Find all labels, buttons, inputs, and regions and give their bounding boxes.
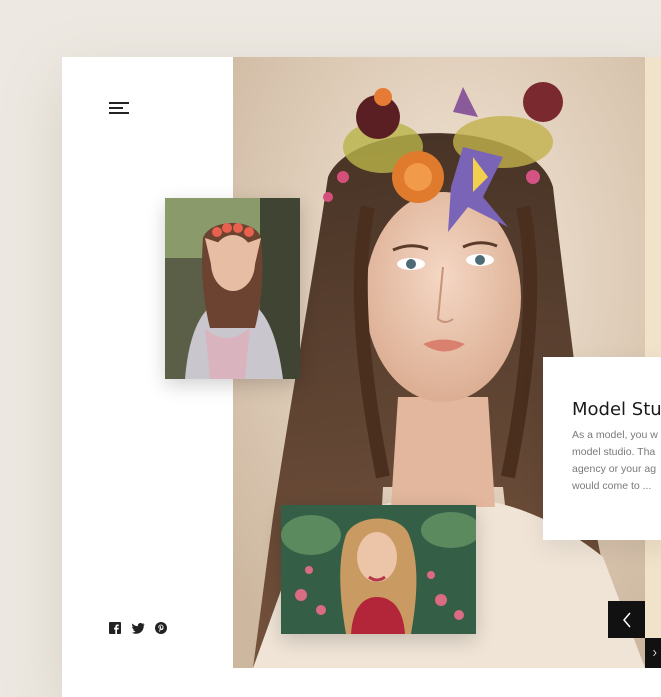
gallery-photo-red-dress[interactable] [281,505,476,634]
chevron-right-icon [653,649,657,657]
card-description-line: agency or your ag [572,463,657,475]
gallery-photo-headband[interactable] [165,198,300,379]
card-description-line: would come to ... [572,480,652,492]
pinterest-icon[interactable] [155,621,168,634]
facebook-icon[interactable] [109,621,122,634]
next-slide-button[interactable] [645,638,661,668]
card-description-line: As a model, you w [572,429,658,441]
twitter-icon[interactable] [132,621,145,634]
chevron-left-icon [622,612,631,627]
card-title: Model Stu [572,399,661,420]
card-description: As a model, you w model studio. Tha agen… [572,427,661,495]
previous-slide-button[interactable] [608,601,645,638]
card-description-line: model studio. Tha [572,446,656,458]
studio-info-card[interactable]: Model Stu As a model, you w model studio… [543,357,661,540]
social-links [109,621,168,634]
hamburger-menu-icon[interactable] [109,100,131,116]
